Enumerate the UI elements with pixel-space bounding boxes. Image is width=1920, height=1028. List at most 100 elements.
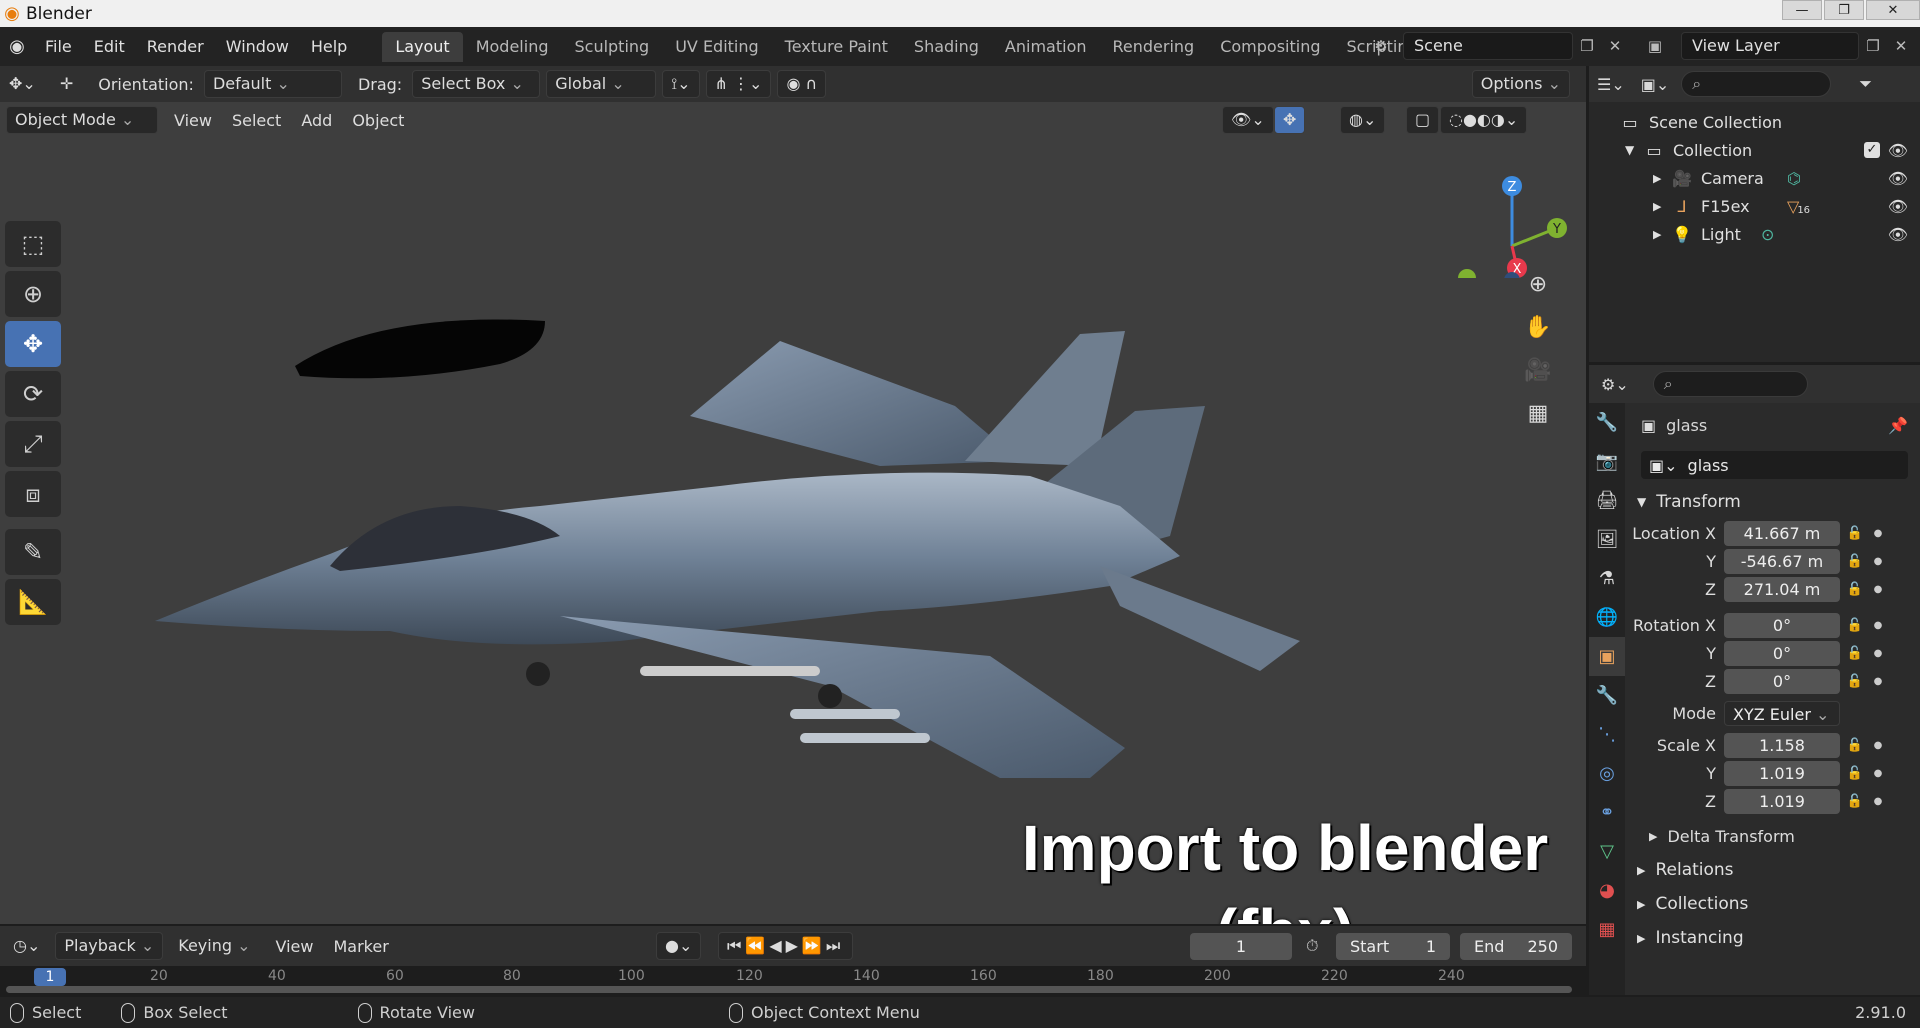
render-tab-icon[interactable]: 📷 <box>1589 442 1625 481</box>
playhead[interactable]: 1 <box>34 968 66 986</box>
display-mode-icon[interactable]: ▣⌄ <box>1641 75 1670 94</box>
rotation-y-lock-icon[interactable]: 🔓 <box>1840 646 1870 661</box>
scale-icon[interactable]: ⤢ <box>5 421 61 467</box>
move-icon[interactable]: ✥ <box>5 321 61 367</box>
timeline-view-menu[interactable]: View <box>276 937 314 956</box>
scale-x-lock-icon[interactable]: 🔓 <box>1840 738 1870 753</box>
pan-hand-icon[interactable]: ✋ <box>1520 309 1556 345</box>
rotation-y-field[interactable]: 0° <box>1724 640 1840 666</box>
camera-expand-icon[interactable]: ▶ <box>1653 172 1671 185</box>
particles-tab-icon[interactable]: ⋱ <box>1589 715 1625 754</box>
clock-icon[interactable]: ⏱ <box>1306 936 1318 956</box>
material-tab-icon[interactable]: ◕ <box>1589 871 1625 910</box>
rotation-x-keyframe-icon[interactable]: ● <box>1870 620 1886 631</box>
relations-expand-icon[interactable]: ▶ <box>1637 864 1645 877</box>
ortho-grid-icon[interactable]: ▦ <box>1520 395 1556 431</box>
new-view-layer-icon[interactable]: ❐ <box>1858 32 1888 60</box>
gizmo-neg-y[interactable] <box>1458 269 1476 278</box>
tab-shading[interactable]: Shading <box>901 32 992 62</box>
timeline-editor-type-icon[interactable]: ◷⌄ <box>4 932 49 960</box>
camera-data-icon[interactable]: ⌬ <box>1787 169 1801 188</box>
outliner-type-icon[interactable]: ☰⌄ <box>1597 75 1625 94</box>
menu-window[interactable]: Window <box>215 32 300 62</box>
scene-selector-icon[interactable]: ⚙ <box>1366 32 1396 60</box>
location-x-field[interactable]: 41.667 m <box>1724 520 1840 546</box>
blender-menu-icon[interactable]: ◉ <box>0 36 34 57</box>
light-data-icon[interactable]: ⊙ <box>1761 225 1774 244</box>
f15ex-eye-icon[interactable]: 👁 <box>1888 197 1908 216</box>
instancing-expand-icon[interactable]: ▶ <box>1637 932 1645 945</box>
transform-icon[interactable]: ⧈ <box>5 471 61 517</box>
f15ex-expand-icon[interactable]: ▶ <box>1653 200 1671 213</box>
menu-add[interactable]: Add <box>301 111 332 130</box>
current-frame-field[interactable]: 1 <box>1190 933 1292 960</box>
tab-uv-editing[interactable]: UV Editing <box>662 32 771 62</box>
world-tab-icon[interactable]: 🌐 <box>1589 598 1625 637</box>
rotation-x-lock-icon[interactable]: 🔓 <box>1840 618 1870 633</box>
cursor-icon[interactable]: ⊕ <box>5 271 61 317</box>
properties-type-icon[interactable]: ⚙⌄ <box>1601 375 1629 394</box>
3d-viewport[interactable]: ✥⌄ ✛ Orientation: Default Drag: Select B… <box>0 66 1586 924</box>
instancing-panel[interactable]: ▶ Instancing <box>1629 921 1920 955</box>
marker-menu[interactable]: Marker <box>333 937 388 956</box>
constraints-tab-icon[interactable]: ⚭ <box>1589 793 1625 832</box>
camera-eye-icon[interactable]: 👁 <box>1888 169 1908 188</box>
overlays-icon[interactable]: ◍⌄ <box>1340 106 1386 134</box>
collection-row[interactable]: ▼ ▭ Collection ✓ 👁 <box>1589 136 1920 164</box>
output-tab-icon[interactable]: 🖨 <box>1589 481 1625 520</box>
tab-modeling[interactable]: Modeling <box>463 32 562 62</box>
scene-collection-row[interactable]: ▭ Scene Collection <box>1589 108 1920 136</box>
transform-panel-header[interactable]: ▼ Transform <box>1629 485 1920 519</box>
rotation-mode-dropdown[interactable]: XYZ Euler <box>1724 700 1840 726</box>
playback-controls-icon[interactable]: ⏮⏪◀▶⏩⏭ <box>718 932 854 960</box>
keying-menu[interactable]: Keying <box>169 932 259 960</box>
zoom-icon[interactable]: ⊕ <box>1520 266 1556 302</box>
maximize-button[interactable]: ❐ <box>1824 0 1864 20</box>
scene-name-field[interactable]: Scene <box>1403 32 1573 60</box>
tool-tab-icon[interactable]: 🔧 <box>1589 403 1625 442</box>
object-browse-icon[interactable]: ▣⌄ <box>1649 456 1678 475</box>
location-z-keyframe-icon[interactable]: ● <box>1870 584 1886 595</box>
collection-eye-icon[interactable]: 👁 <box>1888 141 1908 160</box>
object-tab-icon[interactable]: ▣ <box>1589 637 1625 676</box>
close-button[interactable]: ✕ <box>1866 0 1920 20</box>
drag-dropdown[interactable]: Select Box <box>412 70 541 98</box>
delta-transform-panel[interactable]: ▶ Delta Transform <box>1629 819 1920 853</box>
record-icon[interactable]: ●⌄ <box>656 932 702 960</box>
menu-edit[interactable]: Edit <box>83 32 136 62</box>
view-layer-tab-icon[interactable]: 🖼 <box>1589 520 1625 559</box>
outliner-item-camera[interactable]: ▶ 🎥 Camera ⌬ 👁 <box>1589 164 1920 192</box>
scale-y-lock-icon[interactable]: 🔓 <box>1840 766 1870 781</box>
navigation-gizmo[interactable]: Z Y X <box>1452 158 1572 278</box>
tab-animation[interactable]: Animation <box>992 32 1100 62</box>
filter-icon[interactable]: ⏷ <box>1859 74 1872 94</box>
scale-z-field[interactable]: 1.019 <box>1724 788 1840 814</box>
tab-texture-paint[interactable]: Texture Paint <box>772 32 901 62</box>
delete-scene-icon[interactable]: ✕ <box>1600 32 1630 60</box>
scale-x-keyframe-icon[interactable]: ● <box>1870 740 1886 751</box>
new-scene-icon[interactable]: ❐ <box>1572 32 1602 60</box>
menu-select[interactable]: Select <box>232 111 281 130</box>
physics-tab-icon[interactable]: ◎ <box>1589 754 1625 793</box>
location-y-keyframe-icon[interactable]: ● <box>1870 556 1886 567</box>
location-y-lock-icon[interactable]: 🔓 <box>1840 554 1870 569</box>
menu-object[interactable]: Object <box>352 111 404 130</box>
visibility-icon[interactable]: 👁⌄ <box>1222 106 1274 134</box>
modifier-tab-icon[interactable]: 🔧 <box>1589 676 1625 715</box>
location-z-field[interactable]: 271.04 m <box>1724 576 1840 602</box>
light-expand-icon[interactable]: ▶ <box>1653 228 1671 241</box>
end-frame-field[interactable]: End 250 <box>1460 933 1572 960</box>
collection-checkbox[interactable]: ✓ <box>1864 142 1880 158</box>
rotation-z-field[interactable]: 0° <box>1724 668 1840 694</box>
timeline-ruler[interactable]: 1 20 40 60 80 100 120 140 160 180 200 22… <box>0 966 1586 995</box>
outliner-item-light[interactable]: ▶ 💡 Light ⊙ 👁 <box>1589 220 1920 248</box>
light-eye-icon[interactable]: 👁 <box>1888 225 1908 244</box>
scale-x-field[interactable]: 1.158 <box>1724 732 1840 758</box>
scene-tab-icon[interactable]: ⚗ <box>1589 559 1625 598</box>
canopy-glass[interactable] <box>295 319 545 379</box>
menu-file[interactable]: File <box>34 32 83 62</box>
view-layer-field[interactable]: View Layer <box>1681 32 1859 60</box>
transform-collapse-icon[interactable]: ▼ <box>1637 495 1646 509</box>
snap-icon[interactable]: ⋔ ⋮⌄ <box>705 70 772 98</box>
pin-icon[interactable]: 📌 <box>1888 416 1908 435</box>
